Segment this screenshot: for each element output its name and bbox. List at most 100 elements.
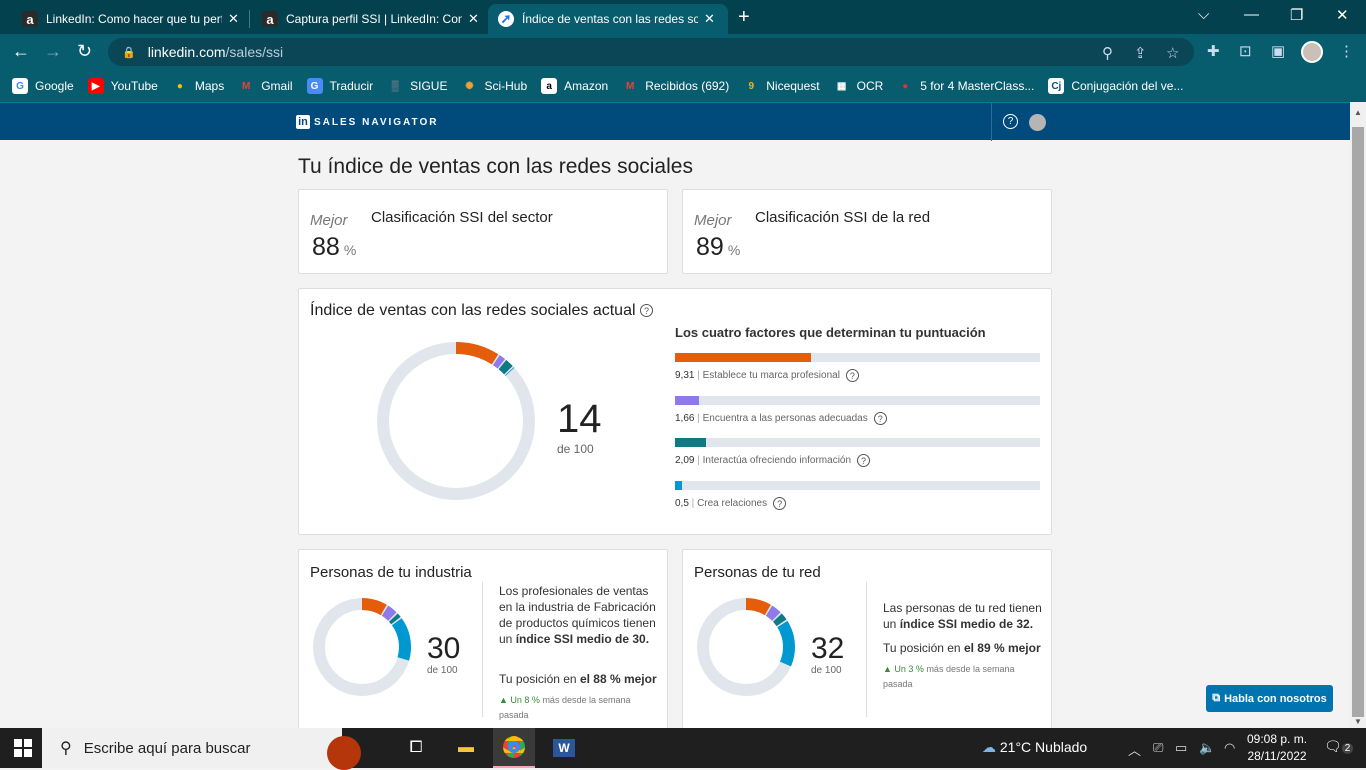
factor-value: 9,31 <box>675 370 695 382</box>
industry-desc-bold: índice SSI medio de 30. <box>515 632 650 646</box>
volume-icon[interactable]: 🔈 <box>1199 740 1215 756</box>
factor-separator: | <box>694 455 703 467</box>
bookmark-star-icon[interactable]: ☆ <box>1166 44 1179 62</box>
close-window-button[interactable]: ✕ <box>1336 6 1349 24</box>
network-description: Las personas de tu red tienen un índice … <box>883 600 1048 632</box>
meet-icon[interactable]: ⎚ <box>1153 740 1163 756</box>
bookmark-item[interactable]: ● Maps <box>172 78 224 94</box>
bookmark-favicon-icon: G <box>306 78 323 94</box>
address-bar[interactable]: 🔒 linkedin.com/sales/ssi ⚲ ⇪ ☆ <box>108 38 1194 66</box>
chat-button[interactable]: ⧉ Habla con nosotros <box>1206 685 1333 712</box>
profile-avatar[interactable] <box>1301 41 1323 63</box>
ssi-score: 14 <box>557 397 602 441</box>
position-bold: el 89 % mejor <box>963 641 1041 655</box>
bookmark-item[interactable]: ✺ Sci-Hub <box>461 78 527 94</box>
share-icon[interactable]: ⇪ <box>1134 44 1147 62</box>
bookmark-favicon-icon: M <box>626 80 635 92</box>
new-tab-button[interactable]: + <box>738 6 750 29</box>
url-domain: linkedin.com <box>147 44 226 60</box>
tab-indice-ventas[interactable]: ➚ Índice de ventas con las redes sociale… <box>488 4 728 34</box>
factor-bar-track <box>675 396 1040 405</box>
tab-close-icon[interactable]: ✕ <box>468 11 479 27</box>
bookmark-item[interactable]: 9 Nicequest <box>743 78 819 94</box>
help-icon[interactable]: ? <box>873 412 887 425</box>
extensions-icon[interactable]: ✚ <box>1207 42 1220 60</box>
bookmark-item[interactable]: ▒ SIGUE <box>387 78 448 94</box>
factor-separator: | <box>694 370 703 382</box>
tab-separator <box>249 10 250 28</box>
bookmark-favicon-icon: ▒ <box>391 80 399 92</box>
battery-icon[interactable]: ▭ <box>1175 740 1187 756</box>
bookmark-item[interactable]: ● 5 for 4 MasterClass... <box>897 78 1034 94</box>
tab-captura-ssi[interactable]: a Captura perfil SSI | LinkedIn: Como ✕ <box>252 4 488 34</box>
factor-caption: 2,09 | Interactúa ofreciendo información… <box>675 454 1040 467</box>
chat-button-label: Habla con nosotros <box>1224 692 1327 705</box>
taskbar-clock[interactable]: 09:08 p. m. 28/11/2022 <box>1247 731 1307 765</box>
bookmark-item[interactable]: M Recibidos (692) <box>622 78 729 94</box>
minimize-button[interactable]: — <box>1244 6 1259 23</box>
help-icon[interactable]: ? <box>1003 114 1018 129</box>
page-scrollbar[interactable]: ▲ ▼ <box>1350 102 1366 728</box>
bookmark-item[interactable]: G Traducir <box>306 78 374 94</box>
factor-bar-track <box>675 353 1040 362</box>
bookmark-item[interactable]: Cj Conjugación del ve... <box>1048 78 1183 94</box>
bookmark-item[interactable]: a Amazon <box>541 78 608 94</box>
bookmarks-bar: G Google ▶ YouTube ● Maps M Gmail G Traducir ▒ SIGU… <box>0 70 1366 102</box>
help-icon[interactable]: ? <box>773 497 787 510</box>
bookmark-item[interactable]: ▦ OCR <box>834 78 884 94</box>
factor-label: Interactúa ofreciendo información <box>702 455 852 467</box>
windows-start-icon[interactable] <box>14 739 32 757</box>
network-divider <box>866 582 867 717</box>
trend-up-icon: ▲ <box>883 664 895 674</box>
sidepanel-icon[interactable]: ▣ <box>1271 42 1285 60</box>
sales-navigator-logo[interactable]: in SALES NAVIGATOR <box>296 115 438 129</box>
tab-close-icon[interactable]: ✕ <box>228 11 239 27</box>
reload-button[interactable]: ↻ <box>77 41 92 62</box>
show-hidden-icons[interactable]: ︿ <box>1128 740 1141 759</box>
bookmark-item[interactable]: M Gmail <box>238 78 293 94</box>
change-bold: Un 3 % <box>894 664 924 674</box>
bookmark-label: OCR <box>856 79 884 93</box>
chrome-taskbar-icon[interactable] <box>493 728 535 768</box>
notifications-button[interactable]: 🗨 2 <box>1324 738 1354 755</box>
task-view-icon[interactable]: ⧠ <box>395 728 437 768</box>
ssi-title-text: Índice de ventas con las redes sociales … <box>310 302 636 319</box>
menu-icon[interactable]: ⋮ <box>1339 42 1354 60</box>
wifi-icon[interactable]: ◠ <box>1224 740 1235 756</box>
word-icon[interactable]: W <box>543 728 585 768</box>
bookmark-item[interactable]: ▶ YouTube <box>87 78 158 94</box>
cloud-icon: ☁ <box>982 739 1000 755</box>
factor-caption: 1,66 | Encuentra a las personas adecuada… <box>675 412 1040 425</box>
factor-row: 0,5 | Crea relaciones? <box>675 481 1040 510</box>
factor-caption: 0,5 | Crea relaciones? <box>675 497 1040 510</box>
back-button[interactable]: ← <box>12 41 30 62</box>
weather-text: 21°C Nublado <box>999 739 1088 755</box>
bookmark-favicon-icon: G <box>12 78 28 94</box>
bookmark-item[interactable]: G Google <box>12 78 74 94</box>
bookmark-label: Traducir <box>329 79 374 93</box>
scroll-up-icon[interactable]: ▲ <box>1354 108 1362 117</box>
tab-linkedin-perfil[interactable]: a LinkedIn: Como hacer que tu perfil ✕ <box>12 4 248 34</box>
cast-icon[interactable]: ⊡ <box>1239 42 1252 60</box>
donut-track <box>313 598 411 696</box>
restore-button[interactable]: ❐ <box>1290 6 1303 24</box>
scroll-down-icon[interactable]: ▼ <box>1354 717 1362 726</box>
network-position: Tu posición en el 89 % mejor <box>883 641 1041 655</box>
user-avatar[interactable] <box>1029 114 1046 131</box>
tab-search-dropdown-icon[interactable]: ⌵ <box>1198 6 1209 23</box>
clock-date: 28/11/2022 <box>1247 749 1307 763</box>
taskbar-search[interactable]: ⚲ Escribe aquí para buscar <box>42 728 361 770</box>
scrollbar-thumb[interactable] <box>1352 127 1364 717</box>
tab-close-icon[interactable]: ✕ <box>704 11 715 27</box>
help-icon[interactable]: ? <box>639 304 653 318</box>
file-explorer-icon[interactable]: ▬ <box>445 728 487 768</box>
rank-number: 88 <box>312 233 340 261</box>
bookmark-favicon-icon: ▶ <box>87 78 104 94</box>
forward-button[interactable]: → <box>44 41 62 62</box>
browser-tab-strip: a LinkedIn: Como hacer que tu perfil ✕ a… <box>0 0 1366 34</box>
help-icon[interactable]: ? <box>857 454 871 467</box>
weather-widget[interactable]: ☁ 21°C Nublado <box>982 739 1087 756</box>
rank-prefix: Mejor <box>694 212 732 229</box>
help-icon[interactable]: ? <box>845 369 859 382</box>
zoom-icon[interactable]: ⚲ <box>1102 44 1113 62</box>
